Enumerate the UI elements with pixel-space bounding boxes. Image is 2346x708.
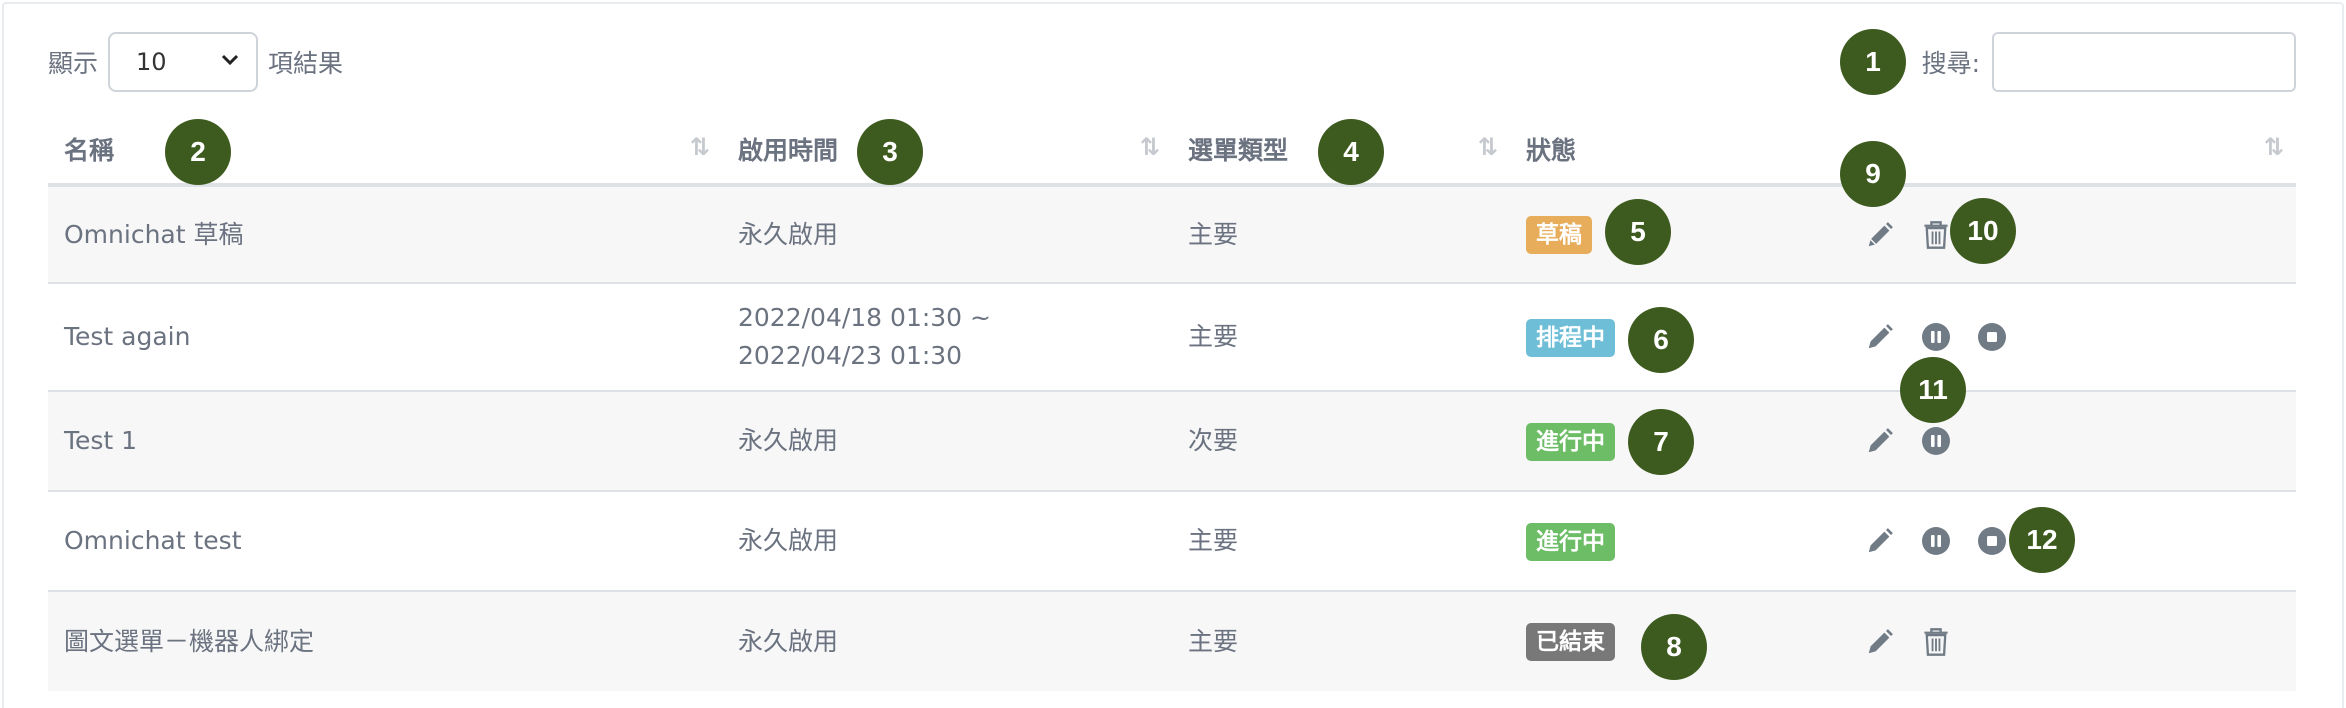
cell-actions: [1844, 184, 2296, 283]
column-header-label: 啟用時間: [738, 136, 839, 165]
trash-icon[interactable]: [1920, 626, 1952, 658]
cell-name: Test again: [48, 282, 722, 391]
pencil-icon[interactable]: [1864, 219, 1896, 251]
status-badge: 進行中: [1526, 522, 1615, 561]
cell-type: 主要: [1172, 282, 1510, 391]
annotation-marker-11: 11: [1900, 357, 1966, 423]
cell-type: 主要: [1172, 184, 1510, 283]
page-length-select[interactable]: 10: [108, 32, 259, 92]
cell-time: 永久啟用: [722, 390, 1172, 491]
cell-type: 主要: [1172, 490, 1510, 591]
page-length-value: 10: [136, 48, 167, 76]
status-badge: 已結束: [1526, 623, 1615, 661]
cell-name: Omnichat 草稿: [48, 184, 722, 283]
annotation-marker-12: 12: [2009, 507, 2075, 573]
cell-time: 永久啟用: [722, 184, 1172, 283]
annotation-marker-10: 10: [1950, 198, 2016, 264]
length-suffix: 項結果: [268, 49, 344, 78]
search-label: 搜尋:: [1921, 49, 1980, 78]
cell-name: Omnichat test: [48, 490, 722, 591]
annotation-marker-1: 1: [1840, 29, 1906, 95]
status-badge: 進行中: [1526, 422, 1615, 461]
search-control: 搜尋:: [1922, 32, 2296, 92]
sort-icon[interactable]: ⇅: [1140, 133, 1160, 161]
annotation-marker-5: 5: [1605, 199, 1671, 265]
column-header-status[interactable]: 狀態: [1510, 115, 1844, 187]
stop-icon[interactable]: [1976, 525, 2008, 557]
trash-icon[interactable]: [1920, 219, 1952, 251]
stop-icon[interactable]: [1976, 321, 2008, 353]
cell-time: 永久啟用: [722, 490, 1172, 591]
pause-icon[interactable]: [1920, 525, 1952, 557]
cell-name: 圖文選單－機器人綁定: [48, 590, 722, 691]
table-row: 圖文選單－機器人綁定 永久啟用 主要 已結束: [48, 590, 2296, 691]
length-control: 顯示 10 項結果: [48, 32, 343, 92]
column-header-actions[interactable]: ⇅: [1844, 115, 2296, 187]
cell-actions: [1844, 590, 2296, 691]
cell-status: 進行中: [1510, 490, 1844, 591]
cell-time: 2022/04/18 01:30 ~ 2022/04/23 01:30: [722, 282, 1172, 391]
length-prefix: 顯示: [48, 49, 99, 78]
pencil-icon[interactable]: [1864, 626, 1896, 658]
cell-type: 次要: [1172, 390, 1510, 491]
annotation-marker-3: 3: [857, 119, 923, 185]
status-badge: 草稿: [1526, 216, 1592, 254]
cell-status: 草稿: [1510, 184, 1844, 283]
cell-name: Test 1: [48, 390, 722, 491]
column-header-label: 名稱: [64, 136, 115, 165]
cell-type: 主要: [1172, 590, 1510, 691]
pause-icon[interactable]: [1920, 321, 1952, 353]
status-badge: 排程中: [1526, 318, 1615, 357]
column-header-time[interactable]: 啟用時間 ⇅: [722, 115, 1172, 187]
annotation-marker-6: 6: [1628, 307, 1694, 373]
search-input[interactable]: [1992, 32, 2296, 92]
sort-icon[interactable]: ⇅: [2264, 133, 2284, 161]
column-header-name[interactable]: 名稱 ⇅: [48, 115, 722, 187]
annotation-marker-4: 4: [1318, 119, 1384, 185]
column-header-label: 選單類型: [1188, 136, 1289, 165]
annotation-marker-7: 7: [1628, 409, 1694, 475]
cell-time: 永久啟用: [722, 590, 1172, 691]
pause-icon[interactable]: [1920, 425, 1952, 457]
column-header-label: 狀態: [1526, 136, 1577, 165]
annotation-marker-8: 8: [1641, 614, 1707, 680]
table-row: Omnichat test 永久啟用 主要 進行中: [48, 490, 2296, 591]
annotation-marker-9: 9: [1840, 141, 1906, 207]
table-header-row: 名稱 ⇅ 啟用時間 ⇅ 選單類型 ⇅ 狀態 ⇅: [48, 115, 2296, 187]
sort-icon[interactable]: ⇅: [1478, 133, 1498, 161]
pencil-icon[interactable]: [1864, 425, 1896, 457]
sort-icon[interactable]: ⇅: [690, 133, 710, 161]
pencil-icon[interactable]: [1864, 321, 1896, 353]
annotation-marker-2: 2: [165, 119, 231, 185]
pencil-icon[interactable]: [1864, 525, 1896, 557]
chevron-down-icon: [220, 48, 240, 76]
